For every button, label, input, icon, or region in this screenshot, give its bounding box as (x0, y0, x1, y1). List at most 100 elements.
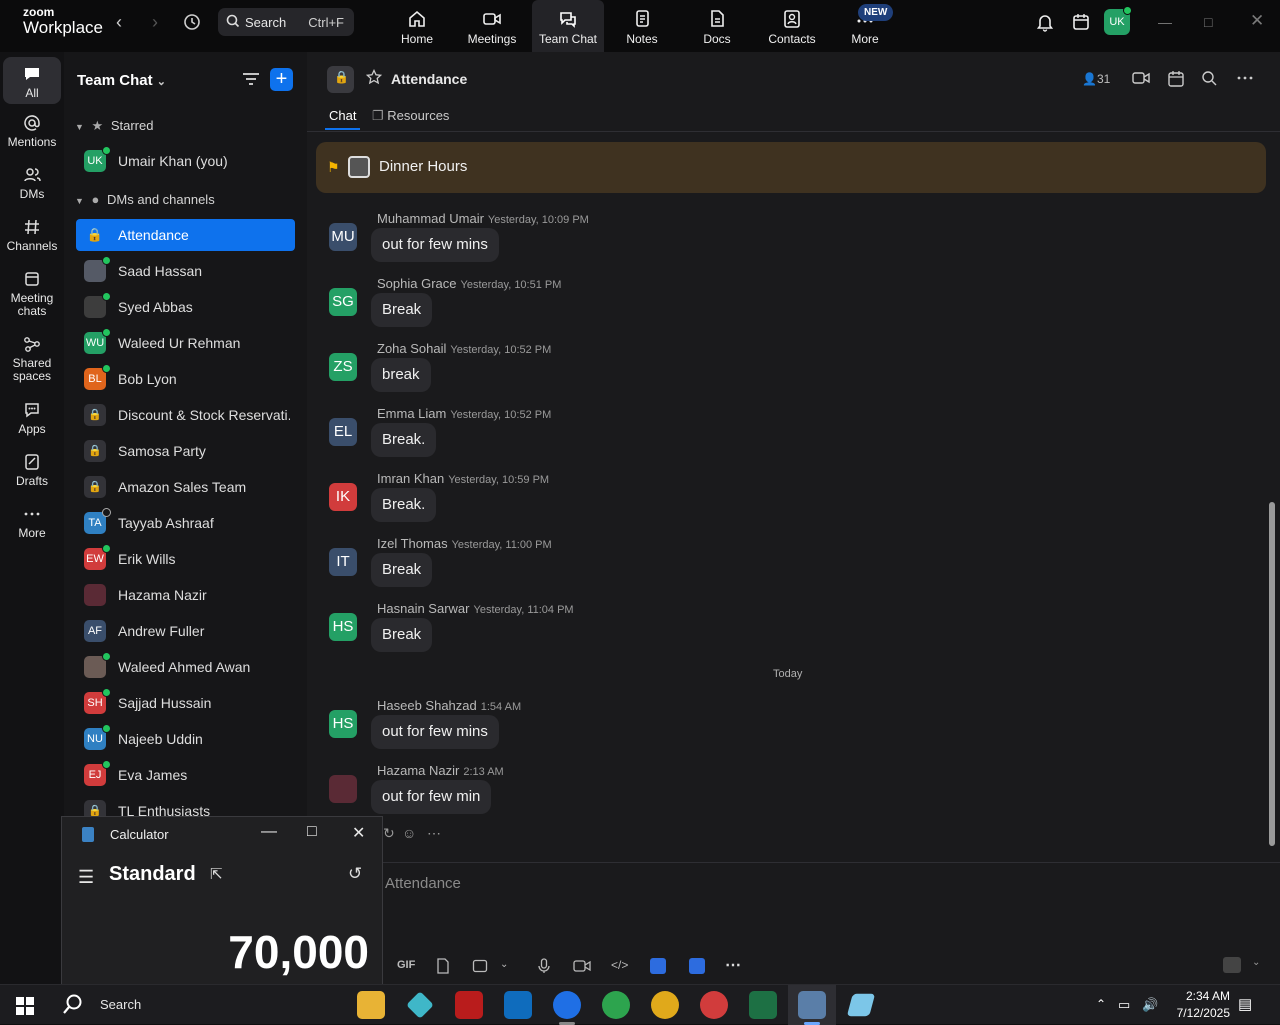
screenshot-icon[interactable] (472, 958, 488, 974)
message-bubble[interactable]: Break (371, 618, 433, 652)
calendar-icon[interactable] (1167, 70, 1185, 88)
avatar[interactable] (329, 775, 357, 803)
sender-name[interactable]: Hazama Nazir (377, 763, 459, 778)
rail-apps[interactable]: Apps (0, 401, 64, 436)
sidebar-item[interactable]: Syed Abbas (76, 291, 295, 323)
message-bubble[interactable]: Break (371, 553, 433, 587)
video-message-icon[interactable] (573, 958, 591, 974)
sender-name[interactable]: Zoha Sohail (377, 341, 446, 356)
file-icon[interactable] (435, 958, 451, 974)
minimize-icon[interactable]: — (1158, 14, 1172, 30)
rail-drafts[interactable]: Drafts (0, 453, 64, 488)
avatar[interactable]: MU (329, 223, 357, 251)
sidebar-item-attendance[interactable]: 🔒 Attendance (76, 219, 295, 251)
maximize-icon[interactable]: □ (1204, 14, 1212, 30)
tab-chat[interactable]: Chat (324, 108, 362, 130)
star-icon[interactable] (366, 69, 382, 85)
calc-maximize-icon[interactable]: □ (307, 823, 317, 841)
message-bubble[interactable]: Break. (371, 488, 437, 522)
microphone-icon[interactable] (536, 958, 552, 974)
volume-icon[interactable]: 🔊 (1142, 997, 1158, 1013)
send-options-chevron-icon[interactable]: ⌄ (1252, 957, 1260, 968)
sidebar-item[interactable]: Saad Hassan (76, 255, 295, 287)
history-icon[interactable] (182, 12, 202, 32)
sidebar-item[interactable]: 🔒 Samosa Party (76, 435, 295, 467)
sidebar-item[interactable]: TA Tayyab Ashraaf (76, 507, 295, 539)
chat-scrollbar[interactable] (1268, 132, 1276, 848)
message-bubble[interactable]: out for few mins (371, 715, 499, 749)
sender-name[interactable]: Imran Khan (377, 471, 444, 486)
notepad-icon[interactable] (846, 993, 876, 1017)
rail-mentions[interactable]: Mentions (0, 114, 64, 149)
avatar[interactable]: IK (329, 483, 357, 511)
tray-chevron-up-icon[interactable]: ⌃ (1096, 997, 1106, 1011)
calculator-window[interactable]: Calculator — □ ✕ ☰ Standard ⇱ ↺ 70,000 (61, 816, 383, 986)
apps-calendar-icon[interactable] (1071, 12, 1091, 32)
gif-button[interactable]: GIF (397, 959, 415, 971)
sender-name[interactable]: Muhammad Umair (377, 211, 484, 226)
file-explorer-icon[interactable] (357, 991, 385, 1019)
sidebar-item[interactable]: NU Najeeb Uddin (76, 723, 295, 755)
sidebar-item[interactable]: WU Waleed Ur Rehman (76, 327, 295, 359)
zoom-taskbar-icon[interactable] (553, 991, 581, 1019)
rail-meeting-chats[interactable]: Meeting chats (0, 270, 64, 318)
tab-resources[interactable]: ❐ Resources (372, 108, 449, 124)
sidebar-item[interactable]: 🔒 Discount & Stock Reservati... (76, 399, 295, 431)
rail-more[interactable]: More (0, 505, 64, 540)
filter-icon[interactable] (242, 71, 260, 87)
close-icon[interactable]: ✕ (1250, 11, 1264, 31)
nav-notes[interactable]: Notes (606, 0, 678, 52)
code-snippet-icon[interactable]: </> (611, 958, 628, 972)
avatar[interactable]: HS (329, 710, 357, 738)
notifications-icon[interactable]: ▤ (1238, 995, 1252, 1013)
zoom-app-icon[interactable] (689, 958, 705, 974)
avatar[interactable]: ZS (329, 353, 357, 381)
chevron-down-icon[interactable]: ⌄ (500, 959, 508, 970)
nav-team-chat[interactable]: Team Chat (532, 0, 604, 52)
app-diamond-icon[interactable] (406, 991, 434, 1019)
new-chat-button[interactable]: + (270, 68, 293, 91)
rail-all[interactable]: All (3, 57, 61, 104)
sender-name[interactable]: Hasnain Sarwar (377, 601, 470, 616)
search-icon[interactable] (1201, 70, 1217, 86)
message-more-icon[interactable]: ⋯ (427, 825, 441, 842)
members-button[interactable]: 👤31 (1082, 72, 1110, 86)
avatar[interactable]: IT (329, 548, 357, 576)
avatar[interactable]: SG (329, 288, 357, 316)
message-bubble[interactable]: out for few min (371, 780, 492, 814)
search-box[interactable]: Search Ctrl+F (218, 8, 354, 36)
calc-minimize-icon[interactable]: — (261, 823, 277, 841)
sidebar-item[interactable]: SH Sajjad Hussain (76, 687, 295, 719)
sidebar-item[interactable]: 🔒 Amazon Sales Team (76, 471, 295, 503)
filezilla-icon[interactable] (455, 991, 483, 1019)
pinned-message[interactable]: ⚑ Dinner Hours (316, 142, 1266, 193)
sender-name[interactable]: Emma Liam (377, 406, 446, 421)
message-bubble[interactable]: Break (371, 293, 433, 327)
more-options-icon[interactable] (1237, 70, 1253, 86)
taskbar-search-icon[interactable] (62, 993, 84, 1015)
starred-section[interactable]: ▼ ★ Starred (75, 118, 153, 134)
chrome-profile-3-icon[interactable] (700, 991, 728, 1019)
sidebar-item[interactable]: Waleed Ahmed Awan (76, 651, 295, 683)
message-bubble[interactable]: out for few mins (371, 228, 499, 262)
starred-item[interactable]: UK Umair Khan (you) (76, 145, 295, 177)
chrome-profile-2-icon[interactable] (651, 991, 679, 1019)
rail-channels[interactable]: Channels (0, 218, 64, 253)
calculator-taskbar-icon[interactable] (798, 991, 826, 1019)
sidebar-title[interactable]: Team Chat ⌄ (77, 72, 166, 89)
sender-name[interactable]: Haseeb Shahzad (377, 698, 477, 713)
message-composer[interactable]: Attendance GIF ⌄ </> ⋯ ⌄ (307, 862, 1280, 984)
nav-contacts[interactable]: Contacts (756, 0, 828, 52)
nav-meetings[interactable]: Meetings (456, 0, 528, 52)
outlook-icon[interactable] (504, 991, 532, 1019)
back-arrow-icon[interactable]: ‹ (116, 12, 122, 33)
message-bubble[interactable]: Break. (371, 423, 437, 457)
keep-on-top-icon[interactable]: ⇱ (210, 865, 223, 883)
avatar[interactable]: EL (329, 418, 357, 446)
sidebar-item[interactable]: BL Bob Lyon (76, 363, 295, 395)
app-shortcut-icon[interactable] (650, 958, 666, 974)
sidebar-item[interactable]: EJ Eva James (76, 759, 295, 791)
network-icon[interactable]: ▭ (1118, 997, 1130, 1013)
sidebar-item[interactable]: EW Erik Wills (76, 543, 295, 575)
reply-icon[interactable]: ↻ (383, 825, 395, 842)
